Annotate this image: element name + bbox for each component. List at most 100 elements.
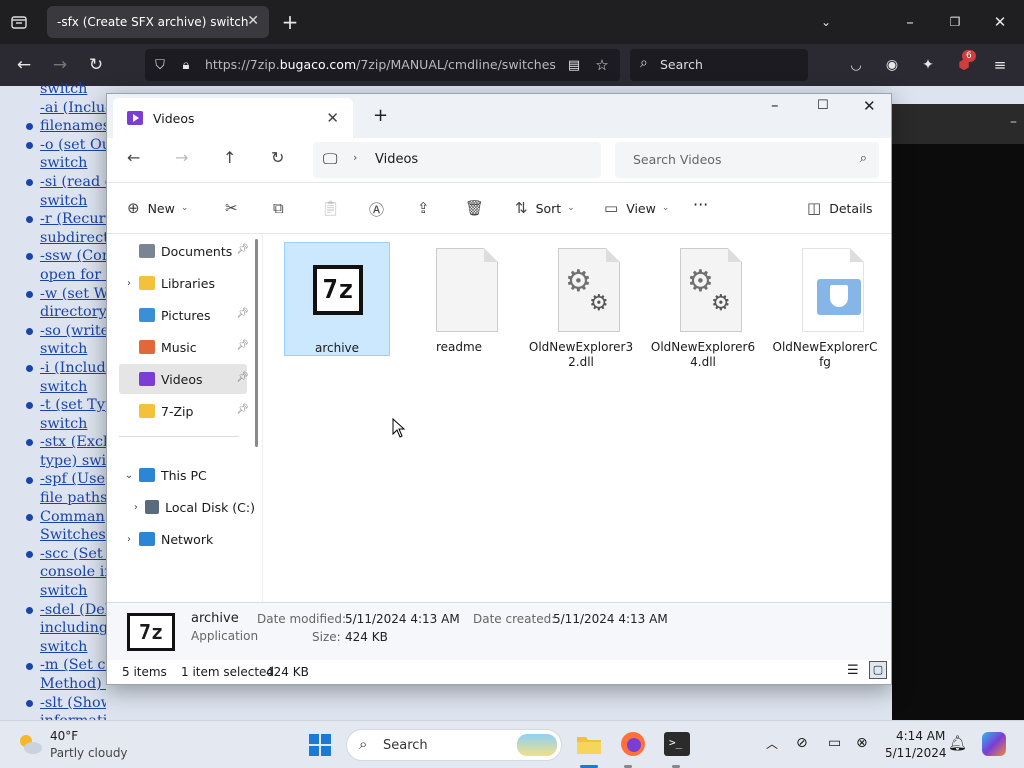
minimize-icon[interactable]: – xyxy=(771,96,779,114)
new-tab-icon[interactable]: + xyxy=(373,105,388,126)
chevron-right-icon[interactable]: › xyxy=(119,534,139,545)
file-item[interactable]: 7z archive xyxy=(284,242,390,356)
cut-button[interactable]: ✂ xyxy=(225,199,246,217)
pin-icon[interactable]: 📌︎ xyxy=(236,308,249,319)
manual-link[interactable]: Method) s xyxy=(40,675,106,694)
chevron-right-icon[interactable]: › xyxy=(119,278,139,289)
file-item[interactable]: ⚙ ⚙ OldNewExplorer32.dll xyxy=(528,242,634,369)
pin-icon[interactable]: 📌︎ xyxy=(236,372,249,383)
restore-icon[interactable]: ❐ xyxy=(945,12,965,32)
explorer-search-input[interactable]: Search Videos ⌕ xyxy=(615,142,879,178)
manual-link[interactable]: switch xyxy=(40,582,106,601)
tab-close-icon[interactable]: ✕ xyxy=(247,13,259,29)
navigation-scrollbar[interactable] xyxy=(255,239,258,447)
manual-link[interactable]: including xyxy=(40,619,106,638)
file-item[interactable]: readme xyxy=(406,242,512,356)
manual-link[interactable]: open for w xyxy=(40,266,106,285)
back-icon[interactable]: ← xyxy=(14,55,34,75)
chevron-right-icon[interactable]: › xyxy=(353,151,357,164)
manual-link[interactable]: switch xyxy=(40,192,106,211)
manual-link[interactable]: switch xyxy=(40,340,106,359)
chevron-right-icon[interactable]: › xyxy=(127,502,145,513)
bookmark-star-icon[interactable]: ☆ xyxy=(593,56,611,74)
manual-link[interactable]: -si (read d xyxy=(40,173,106,192)
file-item[interactable]: ⚙ ⚙ OldNewExplorer64.dll xyxy=(650,242,756,369)
forward-icon[interactable]: → xyxy=(50,55,70,75)
tree-item-network[interactable]: › Network xyxy=(119,524,247,554)
volume-muted-icon[interactable]: ⊗ xyxy=(856,735,868,751)
monitor-icon[interactable]: 🖵︎ xyxy=(323,150,337,168)
maximize-icon[interactable]: ☐ xyxy=(817,98,829,113)
reader-view-icon[interactable]: ▤ xyxy=(565,56,583,74)
notification-bell-icon[interactable]: 🔔︎ xyxy=(948,734,967,752)
browser-tab[interactable]: -sfx (Create SFX archive) switch ✕ xyxy=(47,6,269,38)
details-button[interactable]: ◫ Details xyxy=(807,199,873,217)
more-options-button[interactable]: ··· xyxy=(693,195,708,214)
weather-temp[interactable]: 40°F xyxy=(50,729,78,743)
large-icons-view-icon[interactable]: ▢ xyxy=(869,661,887,679)
refresh-icon[interactable]: ↻ xyxy=(271,148,284,167)
sort-button[interactable]: ⇅ Sort ⌄ xyxy=(515,199,575,217)
shield-icon[interactable]: ⛉ xyxy=(151,56,169,74)
reload-icon[interactable]: ↻ xyxy=(86,55,106,75)
manual-link[interactable]: -sdel (Del xyxy=(40,601,106,620)
manual-link[interactable]: Comman xyxy=(40,508,106,527)
menu-icon[interactable]: ≡ xyxy=(990,55,1010,75)
browser-search-bar[interactable]: ⌕ Search xyxy=(630,49,808,81)
url-text[interactable]: https://7zip.bugaco.com/7zip/MANUAL/cmdl… xyxy=(205,57,557,72)
chevron-down-icon[interactable]: ⌄ xyxy=(119,470,139,481)
paste-button[interactable]: 📋︎ xyxy=(321,199,348,217)
close-icon[interactable]: ✕ xyxy=(863,97,876,115)
manual-link[interactable]: -spf (Use xyxy=(40,470,106,489)
clock-date[interactable]: 5/11/2024 xyxy=(885,746,947,760)
manual-link[interactable]: type) swit xyxy=(40,452,106,471)
extensions-icon[interactable]: ✦ xyxy=(918,55,938,75)
chevron-up-icon[interactable]: ︿ xyxy=(766,735,778,752)
network-off-icon[interactable]: ⊘ xyxy=(796,735,808,751)
manual-link[interactable]: -stx (Excl xyxy=(40,433,106,452)
manual-link[interactable]: -i (Include xyxy=(40,359,106,378)
breadcrumb-videos[interactable]: Videos xyxy=(375,152,418,167)
taskbar-search-input[interactable]: ⌕ Search xyxy=(346,729,562,761)
chevron-down-icon[interactable]: ⌄ xyxy=(816,12,836,32)
terminal-taskbar-icon[interactable]: >_ xyxy=(664,732,690,756)
manual-link[interactable]: switch xyxy=(40,378,106,397)
manual-link[interactable]: filenames xyxy=(40,117,106,136)
clock-time[interactable]: 4:14 AM xyxy=(896,729,945,743)
explorer-tab[interactable]: Videos ✕ xyxy=(113,98,353,138)
manual-link[interactable]: Switches xyxy=(40,526,106,545)
copy-button[interactable]: ⧉ xyxy=(273,199,292,217)
weather-icon[interactable] xyxy=(16,731,44,759)
back-icon[interactable]: ← xyxy=(127,148,140,167)
close-icon[interactable]: ✕ xyxy=(990,12,1010,32)
manual-link[interactable]: directory) xyxy=(40,303,106,322)
display-icon[interactable]: ▭ xyxy=(828,735,841,751)
manual-link[interactable]: -t (set Typ xyxy=(40,396,106,415)
manual-link[interactable]: switch xyxy=(40,415,106,434)
nav-item-music[interactable]: Music 📌︎ xyxy=(119,332,249,362)
forward-icon[interactable]: → xyxy=(175,148,188,167)
details-view-icon[interactable]: ☰ xyxy=(847,663,859,678)
minimize-icon[interactable]: – xyxy=(1010,114,1017,130)
manual-link[interactable]: -w (set W xyxy=(40,285,106,304)
account-icon[interactable]: ◉ xyxy=(882,55,902,75)
manual-link[interactable]: switch xyxy=(40,80,106,99)
new-button[interactable]: ⊕ New ⌄ xyxy=(127,199,188,217)
manual-link[interactable]: -o (set Ou xyxy=(40,136,106,155)
url-bar[interactable]: ⛉ 🔒︎ https://7zip.bugaco.com/7zip/MANUAL… xyxy=(145,49,620,81)
nav-item-videos[interactable]: Videos 📌︎ xyxy=(119,364,249,394)
manual-link[interactable]: console in xyxy=(40,563,106,582)
manual-link[interactable]: switch xyxy=(40,638,106,657)
pin-icon[interactable]: 📌︎ xyxy=(236,244,249,255)
firefox-taskbar-icon[interactable] xyxy=(620,731,646,757)
copilot-icon[interactable] xyxy=(982,732,1006,756)
tree-item-this-pc[interactable]: ⌄ This PC xyxy=(119,460,247,490)
manual-link[interactable]: -ai (Include xyxy=(40,99,106,118)
file-item[interactable]: OldNewExplorerCfg xyxy=(772,242,878,369)
manual-link[interactable]: subdirecto xyxy=(40,229,106,248)
breadcrumb[interactable]: 🖵︎ › Videos xyxy=(313,142,601,178)
manual-link[interactable]: -ssw (Com xyxy=(40,247,106,266)
manual-link[interactable]: -m (Set co xyxy=(40,656,106,675)
manual-link[interactable]: -so (write xyxy=(40,322,106,341)
weather-description[interactable]: Partly cloudy xyxy=(50,746,128,760)
